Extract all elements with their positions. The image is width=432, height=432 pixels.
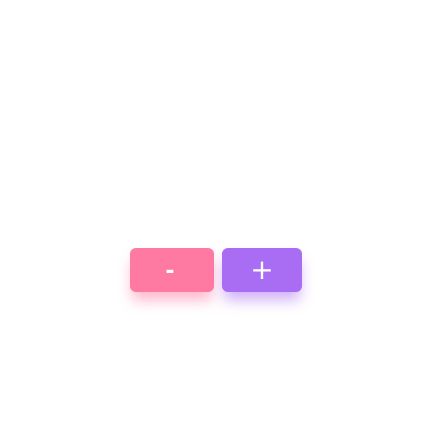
decrement-button[interactable]: -: [130, 248, 214, 292]
quantity-stepper: - +: [130, 248, 302, 292]
increment-button[interactable]: +: [222, 248, 302, 292]
page-canvas: - +: [0, 0, 432, 432]
plus-icon: +: [250, 253, 274, 286]
minus-icon: -: [165, 259, 175, 284]
